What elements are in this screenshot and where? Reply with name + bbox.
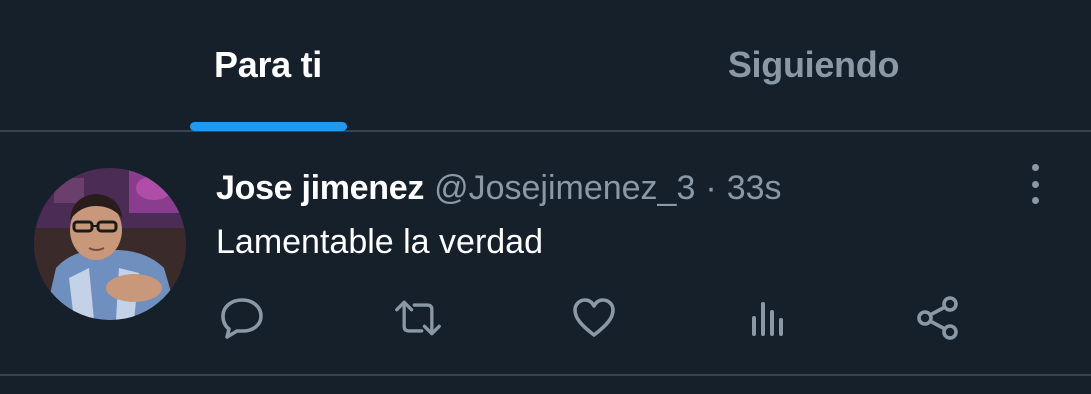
tweet-actions [0, 132, 1091, 376]
tab-for-you-label: Para ti [214, 44, 322, 85]
share-button[interactable] [914, 294, 962, 342]
like-button[interactable] [570, 294, 618, 342]
timeline: Para ti Siguiendo Jose jimenez @Josejime… [0, 0, 1091, 394]
timeline-tabs: Para ti Siguiendo [0, 0, 1091, 132]
active-tab-indicator [190, 122, 347, 131]
views-icon [752, 302, 783, 336]
retweet-button[interactable] [394, 294, 442, 342]
views-button[interactable] [744, 294, 792, 342]
tweet[interactable]: Jose jimenez @Josejimenez_3 · 33s Lament… [0, 132, 1091, 376]
retweet-icon [395, 300, 441, 336]
like-icon [573, 298, 615, 337]
share-icon [917, 296, 958, 340]
reply-icon [221, 298, 263, 339]
reply-button[interactable] [218, 294, 266, 342]
tab-following-label: Siguiendo [727, 44, 900, 85]
tab-following[interactable]: Siguiendo [536, 0, 1091, 130]
tab-for-you[interactable]: Para ti [0, 0, 536, 130]
